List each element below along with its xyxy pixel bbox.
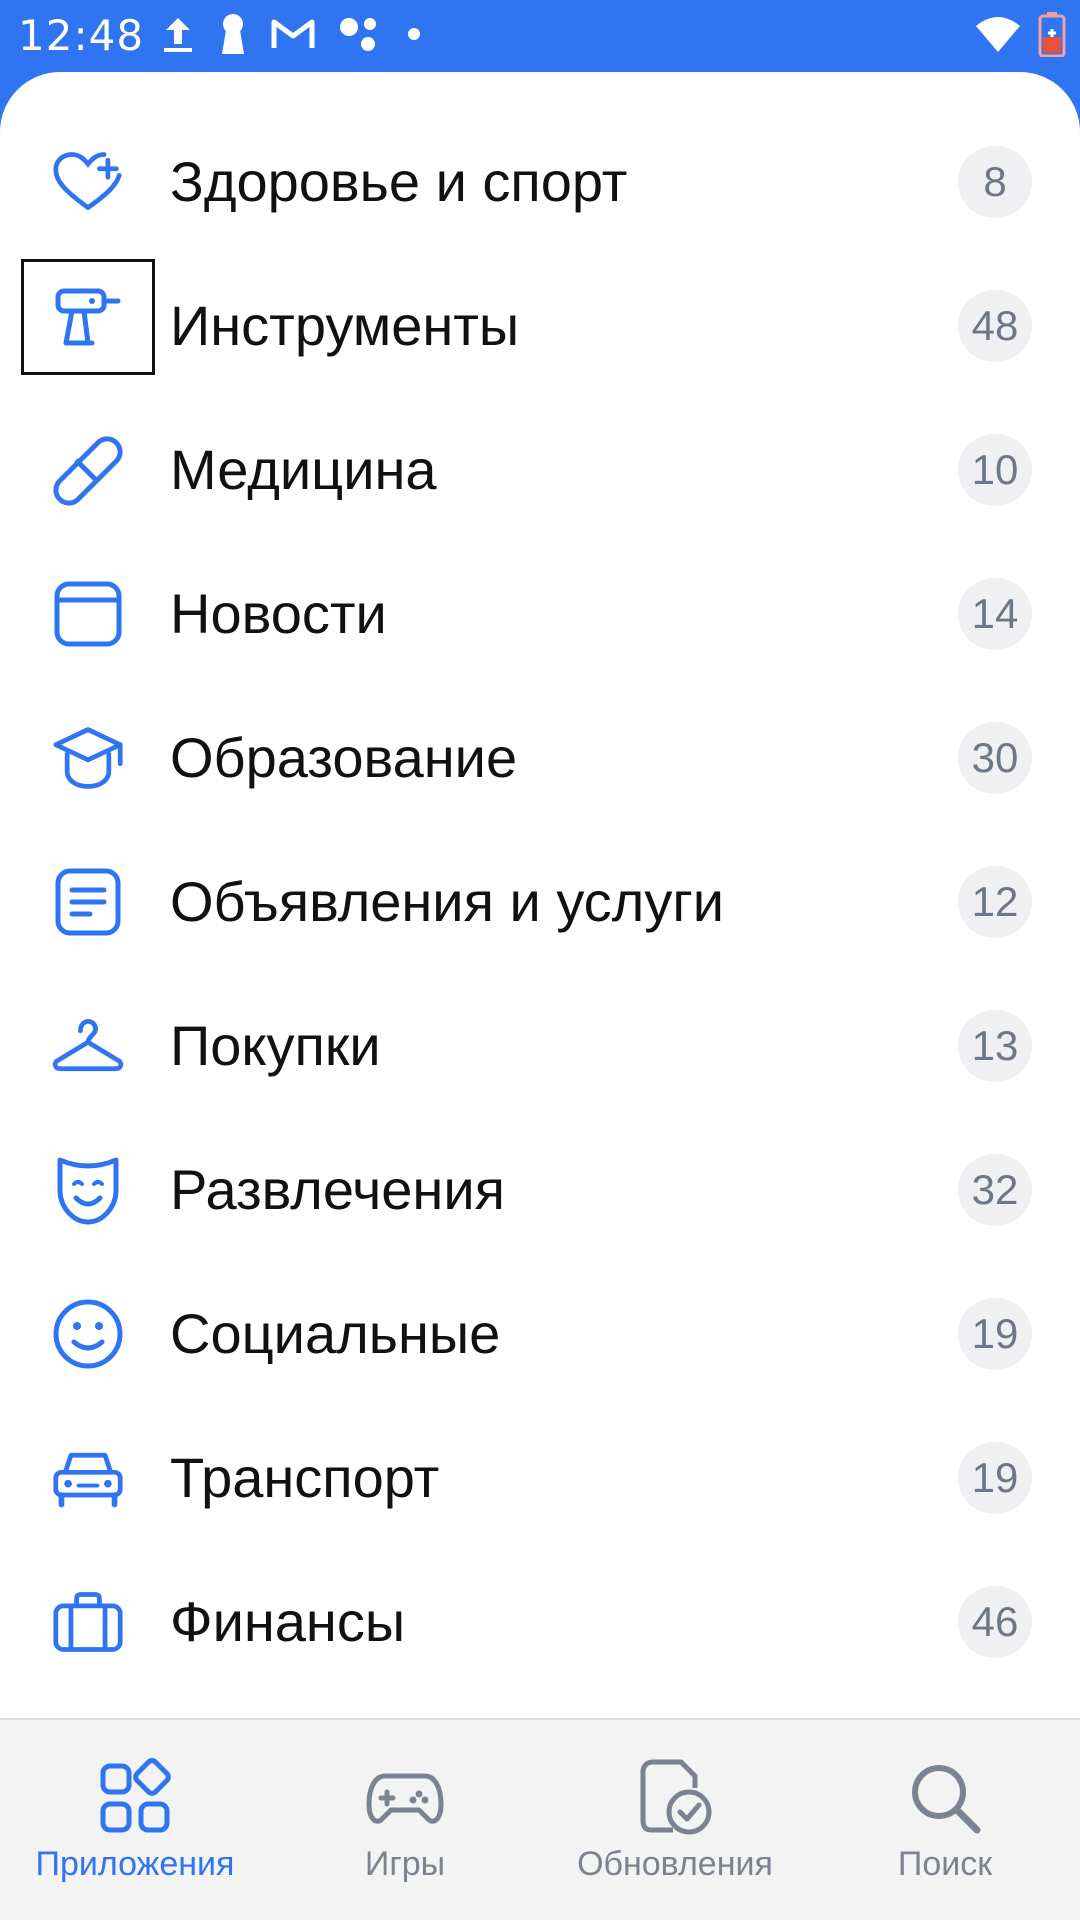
upload-icon [160, 14, 196, 59]
nav-tab-updates[interactable]: Обновления [540, 1720, 810, 1920]
nav-tab-label: Приложения [35, 1845, 235, 1883]
category-label: Покупки [170, 1014, 381, 1077]
gmail-icon [270, 16, 316, 57]
category-count-badge: 32 [958, 1154, 1032, 1226]
drill-icon [21, 259, 155, 375]
category-label: Социальные [170, 1302, 501, 1365]
status-system-icons [974, 10, 1066, 62]
category-count-badge: 19 [958, 1442, 1032, 1514]
status-time: 12:48 [18, 11, 145, 60]
category-row-finance[interactable]: Финансы 46 [0, 1550, 1080, 1694]
category-row-social[interactable]: Социальные 19 [0, 1262, 1080, 1406]
bottom-navigation: Приложения Игры Обновления Поиск [0, 1718, 1080, 1920]
car-icon [52, 1442, 124, 1514]
category-row-entertainment[interactable]: Развлечения 32 [0, 1118, 1080, 1262]
category-count-badge: 30 [958, 722, 1032, 794]
battery-icon [1038, 11, 1066, 62]
wifi-icon [974, 14, 1022, 59]
category-count-badge: 13 [958, 1010, 1032, 1082]
category-row-education[interactable]: Образование 30 [0, 686, 1080, 830]
nav-tab-label: Поиск [897, 1845, 993, 1883]
briefcase-icon [52, 1586, 124, 1658]
category-count-badge: 8 [958, 146, 1032, 218]
category-count-badge: 48 [958, 290, 1032, 362]
keyhole-icon [218, 12, 248, 61]
category-label: Инструменты [170, 294, 520, 357]
category-count-badge: 46 [958, 1586, 1032, 1658]
nav-tab-search[interactable]: Поиск [810, 1720, 1080, 1920]
category-label: Медицина [170, 438, 437, 501]
updates-icon [635, 1758, 715, 1838]
category-label: Развлечения [170, 1158, 505, 1221]
category-count-badge: 12 [958, 866, 1032, 938]
category-label: Транспорт [170, 1446, 440, 1509]
category-label: Новости [170, 582, 387, 645]
category-row-health[interactable]: Здоровье и спорт 8 [0, 110, 1080, 254]
category-row-medicine[interactable]: Медицина 10 [0, 398, 1080, 542]
status-bar: 12:48 [0, 0, 1080, 72]
nav-tab-label: Обновления [577, 1845, 773, 1883]
category-count-badge: 10 [958, 434, 1032, 506]
smile-icon [52, 1298, 124, 1370]
category-count-badge: 14 [958, 578, 1032, 650]
mask-icon [52, 1154, 124, 1226]
window-icon [52, 578, 124, 650]
category-row-news[interactable]: Новости 14 [0, 542, 1080, 686]
graduation-cap-icon [52, 722, 124, 794]
pill-icon [52, 434, 124, 506]
nav-tab-games[interactable]: Игры [270, 1720, 540, 1920]
nav-tab-label: Игры [364, 1845, 446, 1883]
hanger-icon [52, 1010, 124, 1082]
category-label: Образование [170, 726, 518, 789]
category-label: Объявления и услуги [170, 870, 725, 933]
category-label: Финансы [170, 1590, 406, 1653]
heart-plus-icon [52, 146, 124, 218]
category-count-badge: 19 [958, 1298, 1032, 1370]
status-notification-icons [160, 12, 424, 61]
gamepad-icon [365, 1758, 445, 1838]
nav-tab-apps[interactable]: Приложения [0, 1720, 270, 1920]
category-row-tools[interactable]: Инструменты 48 [0, 254, 1080, 398]
category-row-shopping[interactable]: Покупки 13 [0, 974, 1080, 1118]
category-row-ads-services[interactable]: Объявления и услуги 12 [0, 830, 1080, 974]
category-label: Здоровье и спорт [170, 150, 628, 213]
category-row-transport[interactable]: Транспорт 19 [0, 1406, 1080, 1550]
document-icon [52, 866, 124, 938]
assistant-icon [338, 14, 382, 59]
dot-icon [404, 24, 424, 49]
categories-sheet: Здоровье и спорт 8 Инструменты 48 Медици… [0, 72, 1080, 1720]
search-icon [905, 1758, 985, 1838]
apps-grid-icon [95, 1758, 175, 1838]
